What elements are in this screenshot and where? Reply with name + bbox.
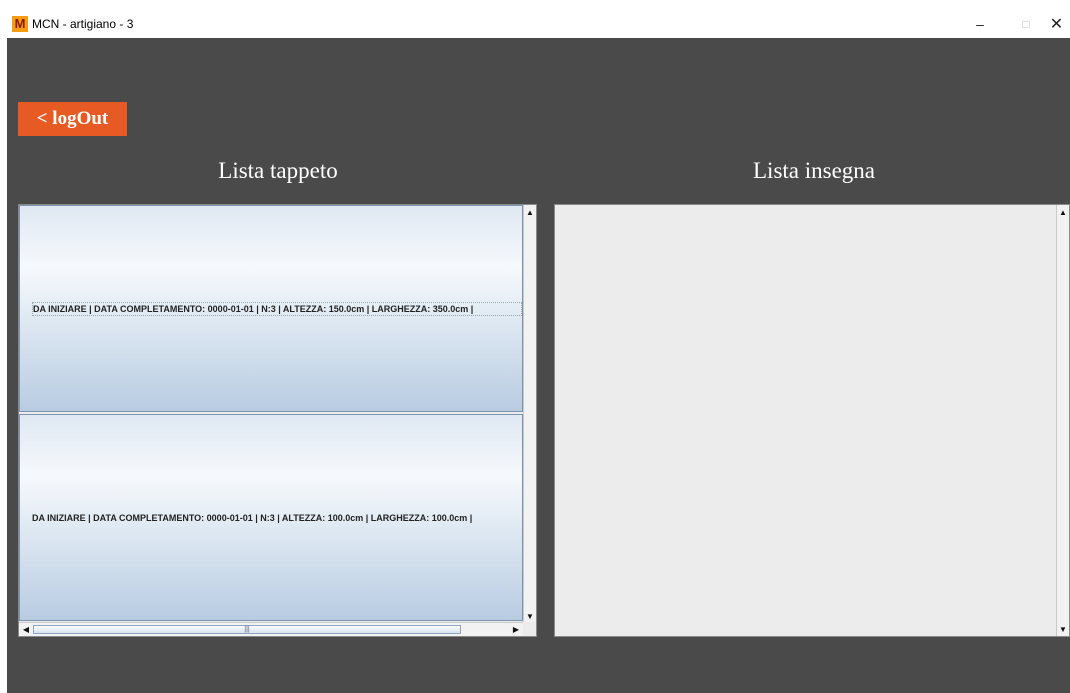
scroll-left-icon[interactable]: ◀: [20, 623, 32, 636]
close-button[interactable]: ✕: [1043, 10, 1070, 38]
tappeto-list-heading: Lista tappeto: [218, 158, 338, 183]
tappeto-list-panel[interactable]: DA INIZIARE | DATA COMPLETAMENTO: 0000-0…: [18, 204, 537, 637]
window-title: MCN - artigiano - 3: [32, 17, 134, 31]
list-item-text: DA INIZIARE | DATA COMPLETAMENTO: 0000-0…: [32, 512, 473, 523]
list-item-text: DA INIZIARE | DATA COMPLETAMENTO: 0000-0…: [32, 301, 522, 316]
title-bar[interactable]: M MCN - artigiano - 3 – □ ✕: [7, 10, 1070, 38]
app-logo-icon: M: [12, 16, 28, 32]
list-item[interactable]: DA INIZIARE | DATA COMPLETAMENTO: 0000-0…: [19, 205, 523, 412]
app-window: M MCN - artigiano - 3 – □ ✕ < logOut Lis…: [7, 10, 1070, 693]
scroll-up-icon[interactable]: ▲: [1057, 206, 1069, 218]
scrollbar-thumb[interactable]: |||: [33, 625, 461, 634]
scroll-down-icon[interactable]: ▼: [1057, 623, 1069, 635]
vertical-scrollbar[interactable]: ▲ ▼: [1056, 205, 1069, 636]
scrollbar-corner: [523, 622, 536, 636]
logout-button[interactable]: < logOut: [18, 102, 127, 136]
insegna-list-panel[interactable]: ▲ ▼: [554, 204, 1070, 637]
minimize-button[interactable]: –: [957, 10, 1003, 38]
list-item[interactable]: DA INIZIARE | DATA COMPLETAMENTO: 0000-0…: [19, 414, 523, 621]
vertical-scrollbar[interactable]: ▲ ▼: [523, 205, 536, 623]
scroll-down-icon[interactable]: ▼: [524, 610, 536, 622]
scroll-right-icon[interactable]: ▶: [510, 623, 522, 636]
horizontal-scrollbar[interactable]: ◀ ||| ▶: [19, 622, 523, 636]
scroll-up-icon[interactable]: ▲: [524, 206, 536, 218]
insegna-list-heading: Lista insegna: [753, 158, 875, 183]
